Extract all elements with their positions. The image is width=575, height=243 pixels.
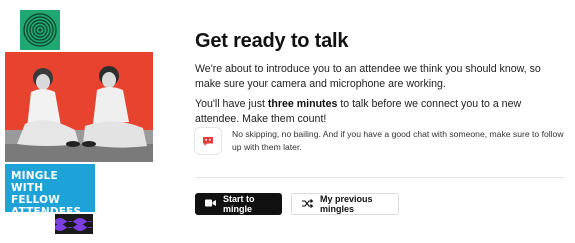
promo-banner: MINGLE WITH FELLOW ATTENDEES [5,164,95,218]
spiral-graphic [20,10,60,50]
start-mingle-label: Start to mingle [223,194,255,214]
wave-graphic [55,214,93,234]
shuffle-icon [302,198,314,210]
promo-collage: MINGLE WITH FELLOW ATTENDEES [0,0,165,243]
timing-prefix: You'll have just [195,98,268,110]
timing-text: You'll have just three minutes to talk b… [195,97,565,126]
timing-highlight: three minutes [267,98,338,110]
rules-note-text: No skipping, no bailing. And if you have… [232,129,564,152]
previous-mingles-label: My previous mingles [320,194,373,214]
previous-mingles-button[interactable]: My previous mingles [291,193,399,215]
intro-text: We're about to introduce you to an atten… [195,63,541,90]
intro-panel: Get ready to talk We're about to introdu… [195,30,565,154]
chat-alert-icon [195,128,221,154]
divider [195,177,565,178]
page-title: Get ready to talk [195,30,349,52]
two-women-photo [5,52,153,162]
video-camera-icon [205,199,216,209]
start-mingle-button[interactable]: Start to mingle [195,193,282,215]
